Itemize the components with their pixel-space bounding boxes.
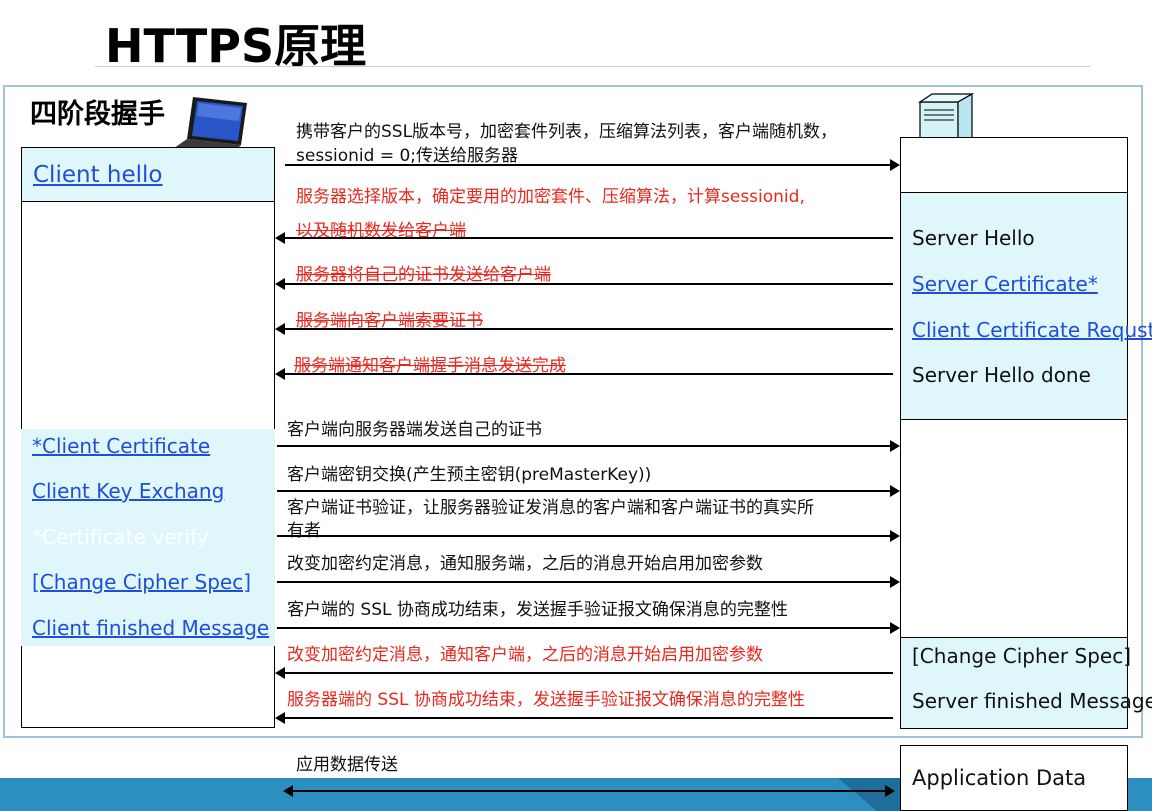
server-finish-box: [Change Cipher Spec] Server finished Mes… [900,637,1152,729]
arrow-key-exchange [277,485,900,497]
arrow-client-finished [277,622,900,634]
server-change-cipher-label: [Change Cipher Spec] [912,644,1132,668]
client-change-cipher-label: [Change Cipher Spec] [32,570,252,594]
arrow-client-certificate [277,440,900,452]
client-steps-box: *Client Certificate Client Key Exchang *… [21,429,275,646]
client-hello-label: Client hello [33,162,163,188]
server-hello-box: Server Hello Server Certificate* Client … [900,192,1152,420]
msg-server-hello-line1: 服务器选择版本，确定要用的加密套件、压缩算法，计算sessionid, [296,187,805,207]
server-hello-done-label: Server Hello done [912,363,1091,387]
msg-cert-verify-line1: 客户端证书验证，让服务器验证发消息的客户端和客户端证书的真实所 [287,498,814,518]
title-divider [95,66,1090,67]
diagram-subtitle: 四阶段握手 [30,99,165,130]
server-hello-label: Server Hello [912,226,1035,250]
arrow-server-finished [275,712,893,724]
client-hello-box: Client hello [21,147,275,202]
arrow-cert-verify [277,530,900,542]
msg-cert-verify-line2: 有者 [287,521,321,541]
client-key-exchange-label: Client Key Exchang [32,479,225,503]
arrow-client-change-cipher [277,576,900,588]
application-data-box: Application Data [900,745,1128,811]
client-certificate-label: *Client Certificate [32,434,211,458]
msg-client-change-cipher: 改变加密约定消息，通知服务端，之后的消息开始启用加密参数 [287,554,763,574]
msg-client-certificate: 客户端向服务器端发送自己的证书 [287,420,542,440]
arrow-server-certificate [275,278,893,290]
client-cert-request-label: Client Certificate Requst* [912,318,1152,342]
arrow-application-data [283,785,895,797]
msg-client-hello-line1: 携带客户的SSL版本号，加密套件列表，压缩算法列表，客户端随机数， [296,122,838,142]
msg-client-finished: 客户端的 SSL 协商成功结束，发送握手验证报文确保消息的完整性 [287,600,788,620]
server-finished-label: Server finished Message [912,689,1152,713]
arrow-hello-done [275,368,893,380]
application-data-label: Application Data [912,766,1087,790]
client-finished-label: Client finished Message [32,616,270,640]
server-certificate-label: Server Certificate* [912,272,1098,296]
arrow-server-change-cipher [275,667,893,679]
msg-server-finished: 服务器端的 SSL 协商成功结束，发送握手验证报文确保消息的完整性 [287,690,805,710]
certificate-verify-label: *Certificate verify [32,525,209,549]
arrow-client-hello [285,159,900,171]
arrow-server-hello [275,232,893,244]
msg-server-change-cipher: 改变加密约定消息，通知客户端，之后的消息开始启用加密参数 [287,645,763,665]
arrow-cert-request [275,323,893,335]
msg-key-exchange: 客户端密钥交换(产生预主密钥(preMasterKey)) [287,465,652,485]
msg-application-data: 应用数据传送 [296,755,398,775]
